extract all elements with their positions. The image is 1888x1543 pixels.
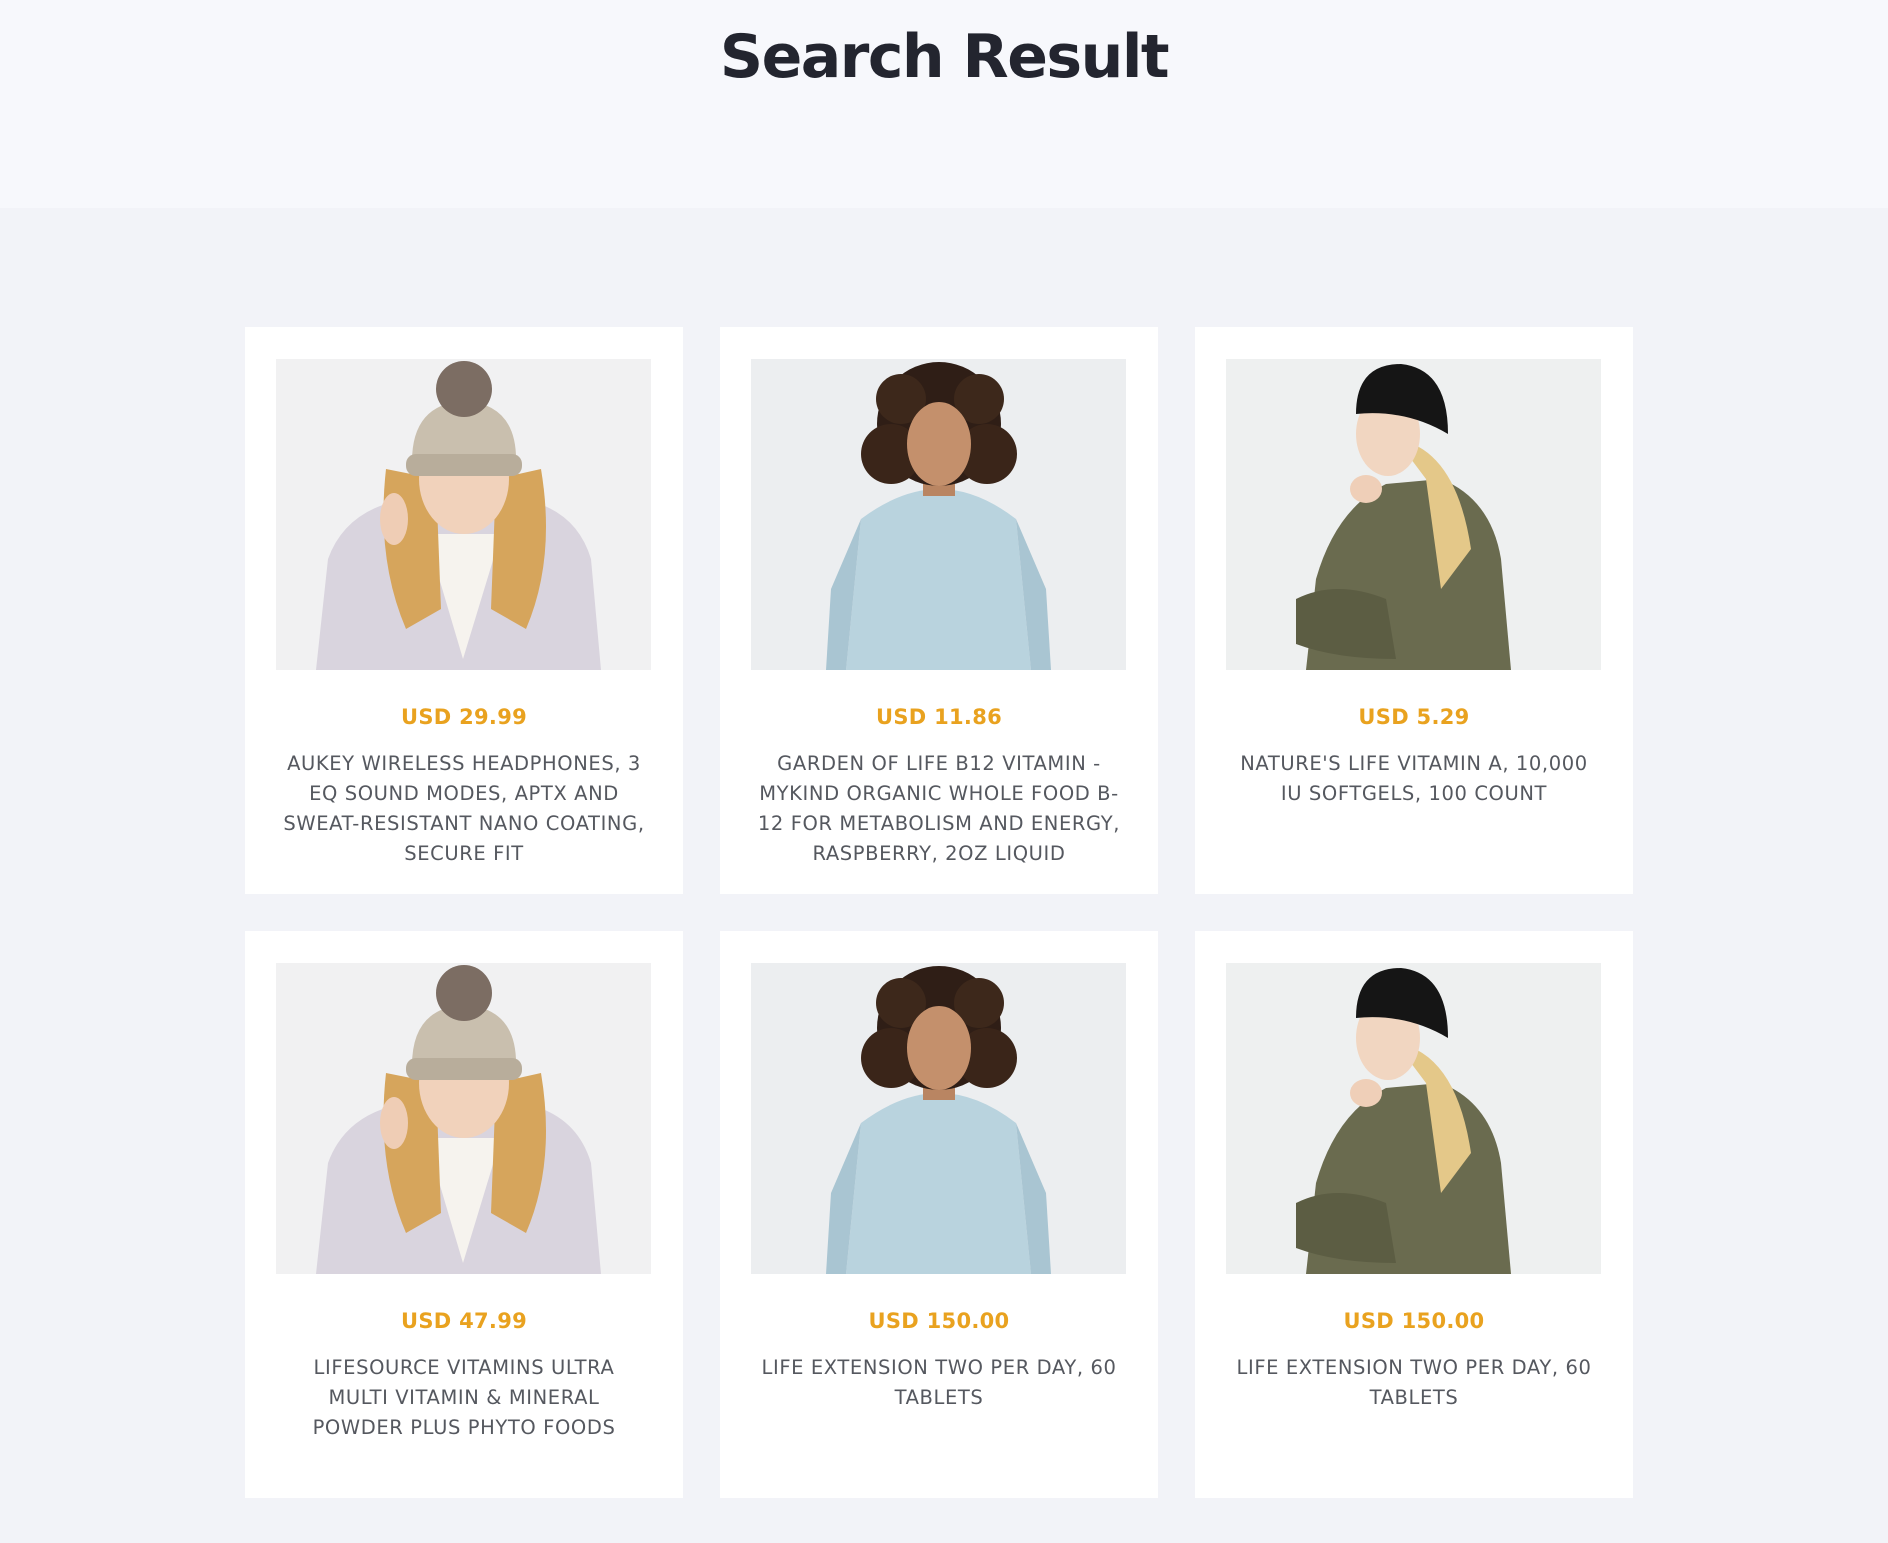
product-card[interactable]: USD 47.99 LIFESOURCE VITAMINS ULTRA MULT… <box>245 931 683 1498</box>
product-title[interactable]: AUKEY WIRELESS HEADPHONES, 3 EQ SOUND MO… <box>281 749 647 873</box>
product-image[interactable] <box>751 359 1126 670</box>
product-price: USD 11.86 <box>875 705 1003 729</box>
product-title[interactable]: LIFESOURCE VITAMINS ULTRA MULTI VITAMIN … <box>281 1353 647 1477</box>
product-card[interactable]: USD 5.29 NATURE'S LIFE VITAMIN A, 10,000… <box>1195 327 1633 894</box>
product-image[interactable] <box>1226 963 1601 1274</box>
product-image[interactable] <box>751 963 1126 1274</box>
product-image[interactable] <box>276 359 651 670</box>
product-price: USD 5.29 <box>1358 705 1470 729</box>
product-card[interactable]: USD 29.99 AUKEY WIRELESS HEADPHONES, 3 E… <box>245 327 683 894</box>
product-card[interactable]: USD 11.86 GARDEN OF LIFE B12 VITAMIN - M… <box>720 327 1158 894</box>
product-image[interactable] <box>276 963 651 1274</box>
product-title[interactable]: LIFE EXTENSION TWO PER DAY, 60 TABLETS <box>1231 1353 1597 1477</box>
product-grid: USD 29.99 AUKEY WIRELESS HEADPHONES, 3 E… <box>245 327 1634 1498</box>
product-title[interactable]: LIFE EXTENSION TWO PER DAY, 60 TABLETS <box>756 1353 1122 1477</box>
product-card[interactable]: USD 150.00 LIFE EXTENSION TWO PER DAY, 6… <box>720 931 1158 1498</box>
product-price: USD 47.99 <box>400 1309 528 1333</box>
product-price: USD 150.00 <box>1343 1309 1485 1333</box>
product-image[interactable] <box>1226 359 1601 670</box>
product-title[interactable]: NATURE'S LIFE VITAMIN A, 10,000 IU SOFTG… <box>1231 749 1597 873</box>
page-header: Search Result <box>0 0 1888 208</box>
product-price: USD 150.00 <box>868 1309 1010 1333</box>
page-title: Search Result <box>719 22 1170 92</box>
product-price: USD 29.99 <box>400 705 528 729</box>
product-card[interactable]: USD 150.00 LIFE EXTENSION TWO PER DAY, 6… <box>1195 931 1633 1498</box>
product-title[interactable]: GARDEN OF LIFE B12 VITAMIN - MYKIND ORGA… <box>756 749 1122 873</box>
